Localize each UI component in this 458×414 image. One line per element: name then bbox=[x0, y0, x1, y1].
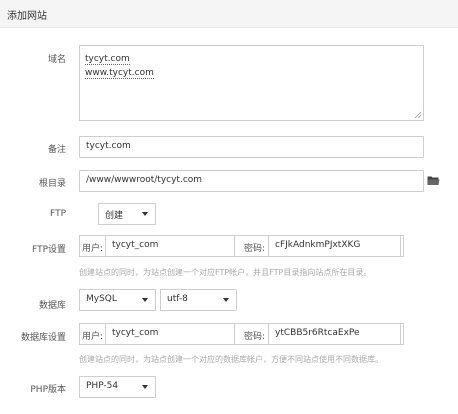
database-label: 数据库 bbox=[38, 301, 66, 311]
domain-label: 域名 bbox=[47, 55, 66, 65]
folder-icon[interactable] bbox=[427, 175, 440, 186]
chevron-down-icon bbox=[142, 212, 148, 216]
db-password-label: 密码: bbox=[244, 332, 266, 342]
domain-line-1: tycyt.com bbox=[85, 54, 130, 65]
db-user-label: 用户: bbox=[82, 332, 104, 342]
ftp-settings-label: FTP设置 bbox=[32, 245, 66, 255]
ftp-settings-group: 用户: tycyt_com 密码: cFJkAdnkmPJxtXKG bbox=[79, 235, 404, 257]
db-charset-value: utf-8 bbox=[167, 294, 188, 304]
db-hint: 创建站点的同时，为站点创建一个对应的数据库帐户，方便不同站点使用不同数据库。 bbox=[79, 355, 383, 364]
domain-textarea[interactable]: tycyt.com www.tycyt.com bbox=[79, 45, 424, 121]
ftp-password-label: 密码: bbox=[244, 244, 266, 254]
ftp-password-input[interactable]: cFJkAdnkmPJxtXKG bbox=[268, 235, 401, 257]
db-password-input[interactable]: ytCBB5r6RtcaExPe bbox=[268, 323, 401, 345]
php-version-select[interactable]: PHP-54 bbox=[79, 376, 156, 398]
ftp-label: FTP bbox=[50, 209, 66, 219]
chevron-down-icon bbox=[142, 298, 148, 302]
ftp-select-value: 创建 bbox=[105, 211, 124, 221]
dialog-title: 添加网站 bbox=[7, 11, 47, 22]
db-user-input[interactable]: tycyt_com bbox=[105, 323, 235, 345]
ftp-user-label: 用户: bbox=[82, 244, 104, 254]
remark-input[interactable]: tycyt.com bbox=[79, 136, 424, 158]
php-version-value: PHP-54 bbox=[86, 381, 119, 391]
db-settings-group: 用户: tycyt_com 密码: ytCBB5r6RtcaExPe bbox=[79, 323, 404, 345]
root-dir-label: 根目录 bbox=[38, 179, 66, 189]
ftp-user-input[interactable]: tycyt_com bbox=[105, 235, 235, 257]
php-version-label: PHP版本 bbox=[30, 385, 66, 395]
remark-label: 备注 bbox=[47, 145, 66, 155]
db-engine-select[interactable]: MySQL bbox=[79, 289, 156, 311]
root-dir-input[interactable]: /www/wwwroot/tycyt.com bbox=[79, 170, 424, 192]
db-charset-select[interactable]: utf-8 bbox=[160, 289, 237, 311]
chevron-down-icon bbox=[142, 385, 148, 389]
db-settings-label: 数据库设置 bbox=[20, 333, 66, 343]
dialog-title-bar: 添加网站 bbox=[0, 0, 458, 28]
domain-line-2: www.tycyt.com bbox=[85, 68, 154, 79]
resize-grip-icon[interactable] bbox=[414, 111, 421, 118]
ftp-hint: 创建站点的同时，为站点创建一个对应FTP帐户，并且FTP目录指向站点所在目录。 bbox=[79, 268, 372, 277]
chevron-down-icon bbox=[223, 298, 229, 302]
db-engine-value: MySQL bbox=[86, 294, 117, 304]
ftp-select[interactable]: 创建 bbox=[98, 203, 156, 225]
